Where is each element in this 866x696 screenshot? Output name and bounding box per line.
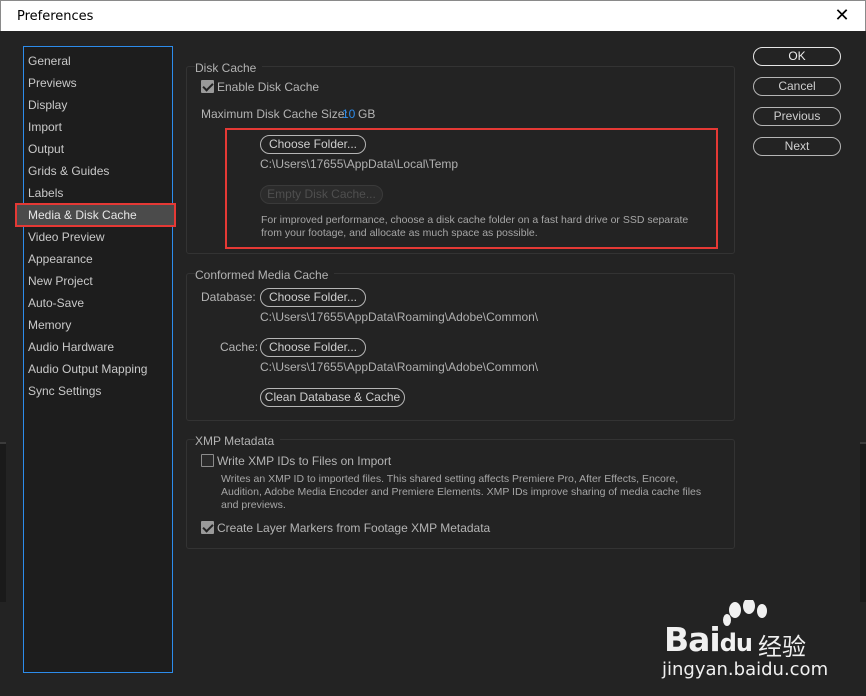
cache-path: C:\Users\17655\AppData\Roaming\Adobe\Com… bbox=[260, 360, 539, 374]
watermark-brand-du: du bbox=[719, 629, 753, 657]
disk-cache-folder-path: C:\Users\17655\AppData\Local\Temp bbox=[260, 157, 459, 171]
close-icon[interactable]: ✕ bbox=[833, 6, 851, 24]
watermark-cn: 经验 bbox=[758, 634, 806, 661]
sidebar-item-video-preview[interactable]: Video Preview bbox=[24, 226, 172, 248]
sidebar-item-grids-guides[interactable]: Grids & Guides bbox=[24, 160, 172, 182]
cache-label: Cache: bbox=[220, 340, 259, 354]
sidebar-item-general[interactable]: General bbox=[24, 50, 172, 72]
baidu-jingyan-watermark: Baidu 经验 jingyan.baidu.com bbox=[662, 600, 828, 690]
empty-disk-cache-button[interactable]: Empty Disk Cache... bbox=[260, 185, 383, 204]
enable-disk-cache-label[interactable]: Enable Disk Cache bbox=[217, 80, 319, 94]
sidebar-item-import[interactable]: Import bbox=[24, 116, 172, 138]
disk-cache-hint: For improved performance, choose a disk … bbox=[261, 214, 689, 239]
sidebar-item-auto-save[interactable]: Auto-Save bbox=[24, 292, 172, 314]
preferences-dialog: General Previews Display Import Output G… bbox=[6, 31, 859, 691]
sidebar-item-display[interactable]: Display bbox=[24, 94, 172, 116]
background-panel-edge-right bbox=[860, 442, 866, 602]
database-path: C:\Users\17655\AppData\Roaming\Adobe\Com… bbox=[260, 310, 539, 324]
sidebar-item-audio-hardware[interactable]: Audio Hardware bbox=[24, 336, 172, 358]
watermark-brand-bai: Bai bbox=[664, 620, 721, 659]
sidebar-item-output[interactable]: Output bbox=[24, 138, 172, 160]
create-layer-markers-checkbox[interactable] bbox=[201, 521, 214, 534]
sidebar-item-labels[interactable]: Labels bbox=[24, 182, 172, 204]
previous-button[interactable]: Previous bbox=[753, 107, 841, 126]
sidebar-item-memory[interactable]: Memory bbox=[24, 314, 172, 336]
next-button[interactable]: Next bbox=[753, 137, 841, 156]
clean-database-cache-button[interactable]: Clean Database & Cache bbox=[260, 388, 405, 407]
sidebar-item-new-project[interactable]: New Project bbox=[24, 270, 172, 292]
sidebar-item-audio-output-mapping[interactable]: Audio Output Mapping bbox=[24, 358, 172, 380]
max-cache-size-value[interactable]: 10 bbox=[342, 107, 355, 121]
ok-button[interactable]: OK bbox=[753, 47, 841, 66]
cache-choose-folder-button[interactable]: Choose Folder... bbox=[260, 338, 366, 357]
write-xmp-ids-hint: Writes an XMP ID to imported files. This… bbox=[221, 473, 702, 511]
max-cache-size-label: Maximum Disk Cache Size: bbox=[201, 107, 348, 121]
xmp-metadata-group-label: XMP Metadata bbox=[195, 434, 281, 448]
create-layer-markers-label[interactable]: Create Layer Markers from Footage XMP Me… bbox=[217, 521, 490, 535]
window-title: Preferences bbox=[17, 9, 94, 24]
write-xmp-ids-checkbox[interactable] bbox=[201, 454, 214, 467]
sidebar-item-previews[interactable]: Previews bbox=[24, 72, 172, 94]
database-label: Database: bbox=[201, 290, 256, 304]
disk-cache-group-label: Disk Cache bbox=[195, 61, 263, 75]
enable-disk-cache-checkbox[interactable] bbox=[201, 80, 214, 93]
title-bar: Preferences ✕ bbox=[0, 0, 866, 31]
max-cache-size-unit: GB bbox=[358, 107, 376, 121]
write-xmp-ids-label[interactable]: Write XMP IDs to Files on Import bbox=[217, 454, 391, 468]
cancel-button[interactable]: Cancel bbox=[753, 77, 841, 96]
sidebar-item-sync-settings[interactable]: Sync Settings bbox=[24, 380, 172, 402]
disk-cache-choose-folder-button[interactable]: Choose Folder... bbox=[260, 135, 366, 154]
watermark-brand: Baidu bbox=[664, 620, 753, 659]
database-choose-folder-button[interactable]: Choose Folder... bbox=[260, 288, 366, 307]
sidebar-item-media-disk-cache[interactable]: Media & Disk Cache bbox=[15, 203, 176, 227]
category-list: General Previews Display Import Output G… bbox=[15, 46, 176, 673]
watermark-url: jingyan.baidu.com bbox=[662, 659, 829, 680]
conformed-cache-group-label: Conformed Media Cache bbox=[195, 268, 335, 282]
sidebar-item-appearance[interactable]: Appearance bbox=[24, 248, 172, 270]
